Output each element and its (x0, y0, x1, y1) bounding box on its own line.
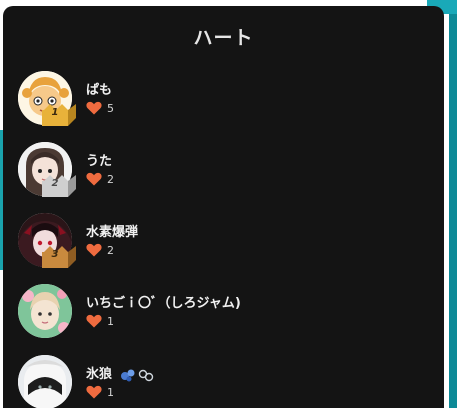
heart-count-line: 5 (86, 100, 114, 116)
snowflake-decoration-icon (120, 369, 153, 381)
heart-count-line: 2 (86, 242, 114, 258)
avatar[interactable] (18, 355, 72, 408)
user-name: うた (86, 154, 113, 169)
user-name: ぱも (86, 83, 113, 98)
heart-icon (86, 385, 102, 399)
heart-icon (86, 101, 102, 115)
user-name-text: 氷狼 (86, 367, 113, 382)
heart-count: 2 (107, 243, 114, 257)
rank-number: 2 (51, 178, 59, 189)
heart-count: 1 (107, 385, 114, 399)
heart-count-line: 1 (86, 313, 114, 329)
heart-count: 2 (107, 172, 114, 186)
ranking-row-2[interactable]: 2 うた 2 (18, 142, 438, 198)
heart-icon (86, 314, 102, 328)
background-teal-side (449, 14, 457, 408)
heart-count: 5 (107, 101, 114, 115)
panel-title: ハート (193, 27, 254, 49)
user-name: 氷狼 (86, 363, 154, 382)
ranking-row-5[interactable]: 氷狼 1 (18, 355, 438, 408)
ranking-row-3[interactable]: 3 水素爆弾 2 (18, 213, 438, 269)
heart-count-line: 2 (86, 171, 114, 187)
rank-1-badge: 1 (42, 104, 76, 126)
heart-icon (86, 172, 102, 186)
ranking-row-4[interactable]: いちごｉ〇ﾞ（しろジャム) 1 (18, 284, 438, 340)
heart-icon (86, 243, 102, 257)
user-name: 水素爆弾 (86, 225, 139, 240)
avatar[interactable] (18, 284, 72, 338)
rank-2-badge: 2 (42, 175, 76, 197)
screen: ハート 1 ぱも 5 2 うた 2 3 水素爆弾 2 いちごｉ〇ﾞ（しろジャム)… (0, 0, 457, 408)
rank-number: 3 (51, 249, 59, 260)
heart-count-line: 1 (86, 384, 114, 400)
heart-count: 1 (107, 314, 114, 328)
rank-3-badge: 3 (42, 246, 76, 268)
ranking-row-1[interactable]: 1 ぱも 5 (18, 71, 438, 127)
rank-number: 1 (51, 107, 59, 118)
user-name: いちごｉ〇ﾞ（しろジャム) (86, 296, 241, 311)
hearts-ranking-panel: ハート 1 ぱも 5 2 うた 2 3 水素爆弾 2 いちごｉ〇ﾞ（しろジャム)… (3, 6, 444, 408)
